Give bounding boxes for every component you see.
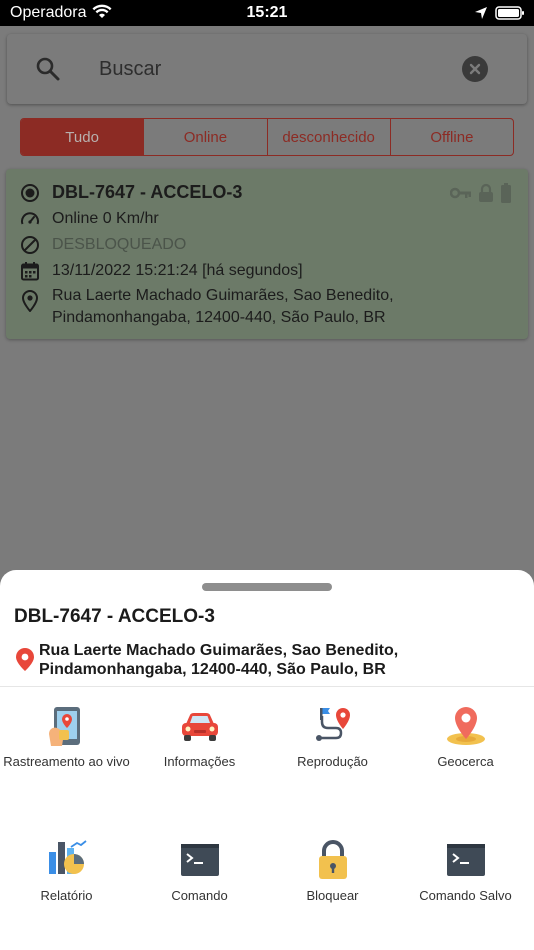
car-icon bbox=[181, 713, 218, 741]
clock: 15:21 bbox=[246, 4, 288, 21]
sheet-address-line1: Rua Laerte Machado Guimarães, Sao Benedi… bbox=[39, 642, 399, 659]
device-speed: Online 0 Km/hr bbox=[52, 210, 159, 227]
live-tracking-icon bbox=[48, 707, 80, 746]
tab-desconhecido[interactable]: desconhecido bbox=[268, 119, 391, 155]
location-pin-icon bbox=[20, 290, 40, 312]
lock-icon bbox=[478, 183, 494, 208]
report-chart-icon bbox=[48, 840, 87, 874]
action-label-command: Comando bbox=[171, 888, 228, 903]
device-address: Rua Laerte Machado Guimarães, Sao Benedi… bbox=[52, 285, 394, 329]
action-label-block: Bloquear bbox=[306, 888, 359, 903]
location-arrow-icon bbox=[474, 6, 488, 25]
device-title-row: DBL-7647 - ACCELO-3 bbox=[20, 182, 242, 203]
device-speed-row: Online 0 Km/hr bbox=[20, 209, 159, 229]
block-icon bbox=[20, 235, 40, 255]
search-input[interactable] bbox=[99, 54, 439, 84]
device-address-line1: Rua Laerte Machado Guimarães, Sao Benedi… bbox=[52, 287, 394, 304]
geofence-pin-icon bbox=[446, 707, 485, 745]
saved-terminal-icon bbox=[446, 844, 485, 876]
battery-icon bbox=[500, 183, 512, 208]
device-timestamp: 13/11/2022 15:21:24 [há segundos] bbox=[52, 262, 303, 279]
sheet-address-line2: Pindamonhangaba, 12400-440, São Paulo, B… bbox=[39, 661, 386, 678]
action-label-geofence: Geocerca bbox=[437, 754, 494, 769]
tab-online[interactable]: Online bbox=[144, 119, 268, 155]
action-label-report: Relatório bbox=[40, 888, 93, 903]
device-lock-row: DESBLOQUEADO bbox=[20, 235, 186, 255]
device-lock-status: DESBLOQUEADO bbox=[52, 236, 187, 253]
device-time-row: 13/11/2022 15:21:24 [há segundos] bbox=[20, 261, 303, 281]
clear-search-icon[interactable] bbox=[462, 56, 488, 82]
status-bar: Operadora 15:21 bbox=[0, 0, 534, 26]
action-label-live-tracking: Rastreamento ao vivo bbox=[3, 754, 130, 769]
device-address-row: Rua Laerte Machado Guimarães, Sao Benedi… bbox=[20, 285, 394, 329]
tab-tudo[interactable]: Tudo bbox=[21, 119, 145, 155]
action-command[interactable]: Comando bbox=[133, 838, 266, 903]
battery-icon bbox=[495, 6, 525, 25]
device-name: DBL-7647 - ACCELO-3 bbox=[52, 182, 243, 202]
action-report[interactable]: Relatório bbox=[0, 838, 133, 903]
bottom-sheet: DBL-7647 - ACCELO-3 Rua Laerte Machado G… bbox=[0, 570, 534, 950]
action-live-tracking[interactable]: Rastreamento ao vivo bbox=[0, 704, 133, 769]
search-icon[interactable] bbox=[35, 56, 61, 87]
radio-target-icon bbox=[20, 183, 40, 203]
device-address-line2: Pindamonhangaba, 12400-440, São Paulo, B… bbox=[52, 309, 386, 326]
map-pin-icon bbox=[16, 648, 34, 676]
status-filter-tabs: Tudo Online desconhecido Offline bbox=[20, 118, 514, 156]
route-playback-icon bbox=[315, 708, 350, 741]
terminal-icon bbox=[180, 844, 219, 876]
action-label-saved-command: Comando Salvo bbox=[419, 888, 512, 903]
sheet-title: DBL-7647 - ACCELO-3 bbox=[14, 606, 215, 627]
search-bar bbox=[7, 34, 527, 104]
device-card[interactable]: DBL-7647 - ACCELO-3 Online 0 Km/hr DESBL… bbox=[6, 169, 528, 339]
sheet-address: Rua Laerte Machado Guimarães, Sao Benedi… bbox=[39, 641, 398, 679]
action-info[interactable]: Informações bbox=[133, 704, 266, 769]
action-saved-command[interactable]: Comando Salvo bbox=[399, 838, 532, 903]
device-status-icons bbox=[449, 183, 512, 208]
action-label-playback: Reprodução bbox=[297, 754, 368, 769]
action-geofence[interactable]: Geocerca bbox=[399, 704, 532, 769]
sheet-drag-handle[interactable] bbox=[202, 583, 332, 591]
key-icon bbox=[449, 186, 472, 205]
tab-offline[interactable]: Offline bbox=[391, 119, 513, 155]
calendar-icon bbox=[20, 261, 40, 281]
speedometer-icon bbox=[20, 209, 40, 229]
action-block[interactable]: Bloquear bbox=[266, 838, 399, 903]
action-label-info: Informações bbox=[163, 754, 236, 769]
padlock-icon bbox=[318, 840, 347, 879]
action-playback[interactable]: Reprodução bbox=[266, 704, 399, 769]
divider bbox=[0, 686, 534, 687]
